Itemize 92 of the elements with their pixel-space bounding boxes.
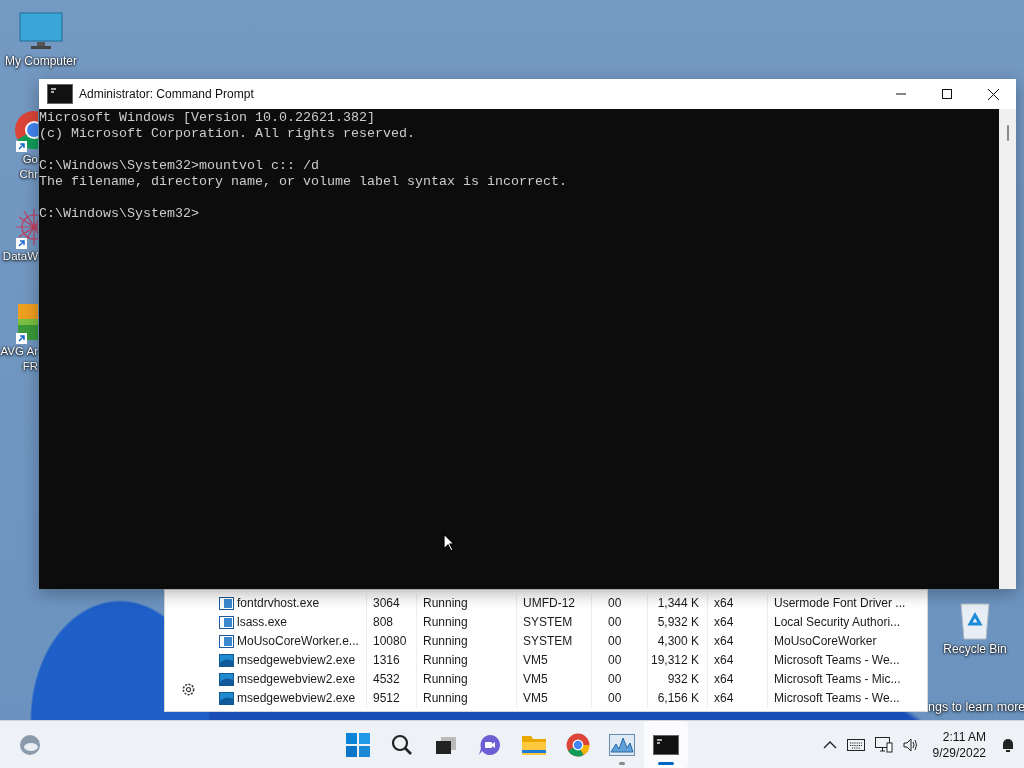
table-cell: x64 — [707, 613, 767, 632]
minimize-icon — [896, 93, 906, 95]
table-cell: SYSTEM — [516, 632, 591, 651]
table-cell: VM5 — [516, 651, 591, 670]
process-name: msedgewebview2.exe — [237, 652, 356, 669]
table-cell: Running — [416, 613, 516, 632]
table-cell: 3064 — [366, 594, 416, 613]
table-cell: 00 — [591, 632, 647, 651]
monitor-icon — [19, 12, 63, 52]
table-cell: 4532 — [366, 670, 416, 689]
table-cell: Running — [416, 594, 516, 613]
table-cell: 00 — [591, 594, 647, 613]
table-cell: x64 — [707, 651, 767, 670]
table-cell: 9512 — [366, 689, 416, 708]
weather-icon[interactable] — [19, 733, 41, 756]
table-cell: 00 — [591, 613, 647, 632]
app-window-icon — [219, 635, 234, 648]
table-cell: Microsoft Teams - We... — [767, 689, 907, 708]
chrome-icon — [566, 732, 590, 757]
chat-icon — [478, 733, 502, 756]
app-window-icon — [219, 616, 234, 629]
folder-icon — [521, 733, 547, 756]
process-name: lsass.exe — [237, 614, 288, 631]
table-cell: UMFD-12 — [516, 594, 591, 613]
network-icon — [14, 207, 38, 247]
task-view-icon — [435, 734, 457, 755]
network-icon[interactable] — [872, 734, 895, 755]
clock-date[interactable]: 9/29/2022 — [932, 744, 986, 761]
process-name: fontdrvhost.exe — [237, 595, 320, 612]
mouse-pointer-icon — [443, 533, 455, 552]
process-name: msedgewebview2.exe — [237, 690, 356, 707]
table-cell: 4,300 K — [647, 632, 707, 651]
console-line: (c) Microsoft Corporation. All rights reserved. — [39, 126, 416, 142]
window-title: Administrator: Command Prompt — [79, 87, 255, 101]
app-window-icon — [219, 597, 234, 610]
settings-icon[interactable] — [180, 682, 196, 697]
search-icon — [391, 733, 413, 756]
console-line: Microsoft Windows [Version 10.0.22621.382] — [39, 110, 376, 126]
desktop-icon-label[interactable]: Chr — [19, 167, 38, 182]
table-cell: 00 — [591, 651, 647, 670]
taskbar-button[interactable] — [644, 721, 688, 768]
desktop-icon-label[interactable]: DataW — [2, 249, 38, 264]
console-line: C:\Windows\System32>mountvol c:: /d — [39, 158, 320, 174]
table-cell: 10080 — [366, 632, 416, 651]
table-cell: SYSTEM — [516, 613, 591, 632]
table-cell: 5,932 K — [647, 613, 707, 632]
clock-time[interactable]: 2:11 AM — [942, 728, 986, 745]
desktop-icon-label[interactable]: My Computer — [5, 54, 77, 69]
recycle-bin-icon — [958, 600, 992, 640]
app-window-icon — [219, 673, 234, 686]
app-window-icon — [219, 692, 234, 705]
performance-graph-icon — [609, 733, 635, 756]
desktop-icon-label[interactable]: AVG Ar — [0, 344, 38, 359]
activation-notice: ngs to learn more — [928, 700, 1024, 714]
table-cell: Running — [416, 632, 516, 651]
table-cell: Local Security Authori... — [767, 613, 907, 632]
table-cell: 1,344 K — [647, 594, 707, 613]
table-cell: x64 — [707, 632, 767, 651]
table-cell: 19,312 K — [647, 651, 707, 670]
table-cell: 00 — [591, 689, 647, 708]
console-line: The filename, directory name, or volume label syntax is incorrect. — [39, 174, 568, 190]
scrollbar[interactable] — [999, 109, 1016, 589]
table-cell: x64 — [707, 594, 767, 613]
table-cell: VM5 — [516, 689, 591, 708]
start-icon — [346, 732, 370, 757]
console-icon — [47, 84, 73, 104]
process-name: MoUsoCoreWorker.e... — [237, 633, 359, 650]
table-cell: MoUsoCoreWorker — [767, 632, 907, 651]
table-cell: Running — [416, 651, 516, 670]
table-cell: Running — [416, 689, 516, 708]
table-cell: Microsoft Teams - We... — [767, 651, 907, 670]
keyboard-icon[interactable] — [844, 736, 867, 753]
desktop-icon-label[interactable]: Go — [22, 152, 38, 167]
desktop-icon-label[interactable]: Recycle Bin — [943, 642, 1007, 657]
table-cell: VM5 — [516, 670, 591, 689]
console-icon — [653, 734, 679, 755]
table-cell: x64 — [707, 689, 767, 708]
console-line: C:\Windows\System32> — [39, 206, 200, 222]
table-cell: 00 — [591, 670, 647, 689]
process-name: msedgewebview2.exe — [237, 671, 356, 688]
table-cell: Microsoft Teams - Mic... — [767, 670, 907, 689]
table-cell: Usermode Font Driver ... — [767, 594, 907, 613]
table-cell: x64 — [707, 670, 767, 689]
table-cell: 1316 — [366, 651, 416, 670]
close-icon — [987, 88, 999, 100]
table-cell: 932 K — [647, 670, 707, 689]
desktop-icon-label[interactable]: FR — [22, 359, 38, 374]
table-cell: Running — [416, 670, 516, 689]
app-window-icon — [219, 654, 234, 667]
maximize-icon — [942, 89, 952, 99]
table-cell: 808 — [366, 613, 416, 632]
table-cell: 6,156 K — [647, 689, 707, 708]
